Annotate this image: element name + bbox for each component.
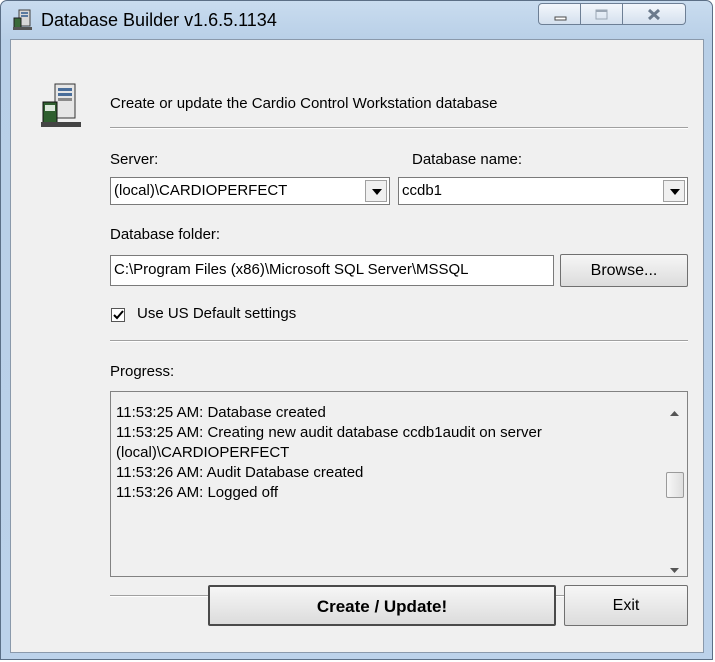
- scroll-up-icon[interactable]: [670, 403, 679, 421]
- database-name-label: Database name:: [412, 151, 523, 168]
- dialog-body: Create or update the Cardio Control Work…: [10, 39, 704, 653]
- server-value: (local)\CARDIOPERFECT: [114, 182, 288, 199]
- server-dropdown[interactable]: (local)\CARDIOPERFECT: [110, 177, 390, 205]
- log-line: 11:53:25 AM: Database created: [116, 404, 326, 421]
- exit-button[interactable]: Exit: [564, 585, 688, 626]
- database-name-value: ccdb1: [402, 182, 443, 199]
- us-defaults-checkbox[interactable]: [111, 308, 125, 322]
- scroll-down-icon[interactable]: [670, 560, 679, 578]
- server-label: Server:: [110, 151, 159, 168]
- database-folder-value: C:\Program Files (x86)\Microsoft SQL Ser…: [114, 261, 469, 278]
- browse-button[interactable]: Browse...: [560, 254, 688, 287]
- intro-text: Create or update the Cardio Control Work…: [110, 95, 498, 112]
- checkmark-icon: [113, 310, 124, 320]
- chevron-down-icon[interactable]: [663, 180, 685, 202]
- separator: [110, 127, 688, 129]
- close-button[interactable]: [623, 3, 686, 25]
- server-icon: [41, 82, 83, 135]
- progress-log[interactable]: 11:53:25 AM: Database created 11:53:25 A…: [110, 391, 688, 577]
- vertical-scrollbar[interactable]: [664, 393, 686, 575]
- app-window: Database Builder v1.6.5.1134 Create or u…: [0, 0, 713, 660]
- database-name-dropdown[interactable]: ccdb1: [398, 177, 688, 205]
- title-bar[interactable]: Database Builder v1.6.5.1134: [1, 1, 712, 39]
- window-title: Database Builder v1.6.5.1134: [41, 10, 277, 30]
- log-line: 11:53:26 AM: Audit Database created: [116, 464, 364, 481]
- scrollbar-thumb[interactable]: [666, 472, 684, 498]
- separator: [110, 340, 688, 342]
- log-line: 11:53:25 AM: Creating new audit database…: [116, 424, 542, 461]
- progress-label: Progress:: [110, 363, 175, 380]
- database-folder-input[interactable]: C:\Program Files (x86)\Microsoft SQL Ser…: [110, 255, 554, 286]
- chevron-down-icon[interactable]: [365, 180, 387, 202]
- database-folder-label: Database folder:: [110, 226, 221, 243]
- database-builder-icon: [13, 9, 33, 31]
- maximize-button[interactable]: [581, 3, 623, 25]
- create-update-button[interactable]: Create / Update!: [208, 585, 556, 626]
- minimize-button[interactable]: [538, 3, 581, 25]
- log-line: 11:53:26 AM: Logged off: [116, 484, 279, 501]
- us-defaults-label[interactable]: Use US Default settings: [137, 305, 296, 322]
